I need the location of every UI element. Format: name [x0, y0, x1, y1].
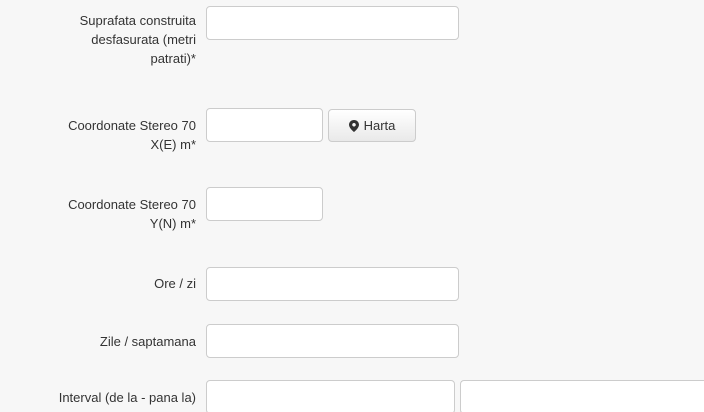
harta-button-label: Harta: [363, 118, 396, 133]
interval-label-text: Interval (de la - pana la): [58, 390, 196, 405]
coord-x-label-line-2: X(E) m*: [150, 137, 197, 152]
coord-y-label: Coordonate Stereo 70 Y(N) m*: [0, 195, 196, 233]
coord-y-label-line-1: Coordonate Stereo 70: [68, 197, 196, 212]
form-container: Suprafata construita desfasurata (metri …: [0, 0, 704, 412]
suprafata-label-line-3: patrati)*: [150, 51, 196, 66]
suprafata-label: Suprafata construita desfasurata (metri …: [0, 11, 196, 68]
ore-zi-label: Ore / zi: [0, 274, 196, 293]
coord-y-input[interactable]: [206, 187, 323, 221]
coord-x-label-line-1: Coordonate Stereo 70: [68, 118, 196, 133]
harta-map-button[interactable]: Harta: [328, 109, 416, 142]
zile-saptamana-label-text: Zile / saptamana: [99, 334, 196, 349]
zile-saptamana-input[interactable]: [206, 324, 459, 358]
map-marker-icon: [348, 119, 359, 132]
interval-label: Interval (de la - pana la): [0, 388, 196, 407]
ore-zi-input[interactable]: [206, 267, 459, 301]
zile-saptamana-label: Zile / saptamana: [0, 332, 196, 351]
suprafata-input[interactable]: [206, 6, 459, 40]
suprafata-label-line-2: desfasurata (metri: [91, 32, 196, 47]
coord-x-label: Coordonate Stereo 70 X(E) m*: [0, 116, 196, 154]
suprafata-label-line-1: Suprafata construita: [79, 13, 196, 28]
interval-from-input[interactable]: [206, 380, 455, 412]
interval-to-input[interactable]: [460, 380, 704, 412]
ore-zi-label-text: Ore / zi: [154, 276, 196, 291]
coord-x-input[interactable]: [206, 108, 323, 142]
coord-y-label-line-2: Y(N) m*: [149, 216, 196, 231]
